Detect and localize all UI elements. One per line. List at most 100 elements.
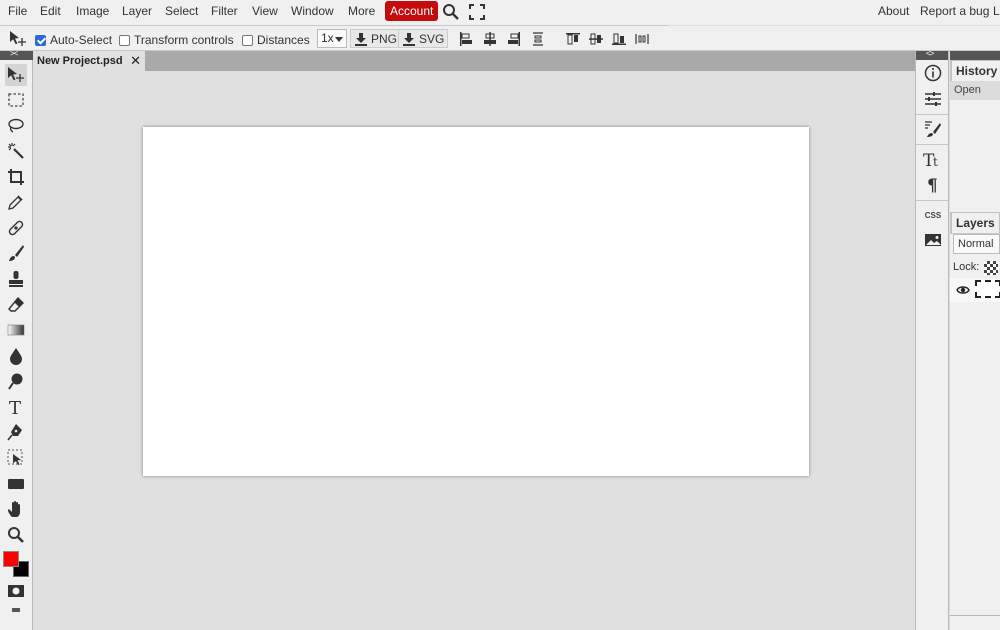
auto-select-box[interactable]	[35, 34, 46, 46]
zoom-tool[interactable]	[5, 524, 27, 546]
lasso-tool[interactable]	[5, 115, 27, 137]
path-select-tool[interactable]	[5, 447, 27, 469]
eyedropper-tool[interactable]	[5, 191, 27, 213]
menu-edit[interactable]: Edit	[40, 4, 61, 18]
eraser-icon	[8, 296, 24, 312]
menu-report-bug[interactable]: Report a bug	[920, 4, 989, 18]
tab-layers[interactable]: Layers	[951, 212, 1000, 233]
menu-window[interactable]: Window	[291, 4, 334, 18]
gradient-tool[interactable]	[5, 319, 27, 341]
account-button[interactable]: Account	[385, 1, 439, 21]
toolbox: >< T	[0, 49, 33, 630]
adjustments-icon[interactable]	[922, 88, 944, 110]
dodge-tool[interactable]	[5, 370, 27, 392]
css-label: CSS	[924, 210, 942, 220]
svg-text:t: t	[933, 155, 938, 168]
menu-about[interactable]: About	[878, 4, 909, 18]
menu-filter[interactable]: Filter	[211, 4, 238, 18]
brush-tool[interactable]	[5, 242, 27, 264]
export-svg-button[interactable]: SVG	[398, 29, 449, 48]
paragraph-icon[interactable]: ¶	[922, 173, 944, 195]
move-tool-icon	[8, 30, 28, 48]
menu-language[interactable]: L	[993, 4, 1000, 18]
text-icon: T	[9, 398, 21, 416]
info-icon[interactable]	[922, 62, 944, 84]
options-bar: Auto-Select Transform controls Distances…	[0, 26, 1000, 51]
stamp-icon	[9, 271, 23, 287]
blend-mode-select[interactable]: Normal	[953, 234, 1000, 254]
close-icon[interactable]: ✕	[130, 51, 141, 71]
distances-checkbox[interactable]: Distances	[242, 33, 310, 47]
character-icon[interactable]: Tt	[922, 148, 944, 170]
distances-box[interactable]	[242, 34, 253, 46]
magic-wand-tool[interactable]	[5, 140, 27, 162]
export-scale-value: 1x	[321, 31, 334, 45]
menu-image[interactable]: Image	[76, 4, 109, 18]
brush-icon	[9, 245, 24, 261]
lock-label: Lock:	[953, 261, 980, 273]
panels-collapse-handle[interactable]	[950, 51, 1000, 60]
menu-select[interactable]: Select	[165, 4, 198, 18]
move-tool[interactable]	[5, 64, 27, 86]
eyedropper-icon	[8, 195, 23, 210]
document-tab[interactable]: New Project.psd ✕	[33, 51, 145, 71]
transform-controls-box[interactable]	[119, 34, 130, 46]
lock-transparency-icon[interactable]	[984, 261, 998, 275]
export-png-button[interactable]: PNG	[350, 29, 402, 48]
marquee-tool[interactable]	[5, 89, 27, 111]
transform-controls-checkbox[interactable]: Transform controls	[119, 33, 234, 47]
align-left-icon[interactable]	[458, 31, 474, 47]
gradient-icon	[7, 324, 25, 336]
align-middle-v-icon[interactable]	[588, 31, 604, 47]
align-bottom-icon[interactable]	[611, 31, 627, 47]
menu-more[interactable]: More	[348, 4, 375, 18]
magic-wand-icon	[8, 143, 24, 159]
blur-tool[interactable]	[5, 345, 27, 367]
align-center-h-icon[interactable]	[482, 31, 498, 47]
brush-settings-icon[interactable]	[922, 118, 944, 140]
screen-mode-button[interactable]	[5, 599, 27, 621]
foreground-color-swatch[interactable]	[3, 551, 19, 567]
image-icon[interactable]	[922, 229, 944, 251]
chevron-down-icon	[335, 37, 343, 42]
crop-icon	[8, 169, 24, 185]
healing-brush-tool[interactable]	[5, 217, 27, 239]
clone-stamp-tool[interactable]	[5, 268, 27, 290]
shape-tool[interactable]	[5, 473, 27, 495]
menu-view[interactable]: View	[252, 4, 278, 18]
document-canvas[interactable]	[143, 127, 809, 476]
eraser-tool[interactable]	[5, 294, 27, 316]
svg-text:T: T	[9, 398, 21, 416]
layer-row[interactable]	[950, 278, 1000, 302]
zoom-icon	[8, 527, 24, 543]
export-png-label: PNG	[371, 31, 398, 46]
eye-icon[interactable]	[956, 284, 970, 296]
menu-file[interactable]: File	[8, 4, 27, 18]
toolbox-collapse-handle[interactable]: ><	[0, 49, 33, 60]
document-tab-title: New Project.psd	[37, 55, 123, 67]
strip-divider	[916, 114, 948, 115]
right-strip-collapse-handle[interactable]: <>	[916, 49, 948, 60]
search-icon[interactable]	[442, 3, 460, 21]
download-icon	[355, 32, 367, 46]
menu-layer[interactable]: Layer	[122, 4, 152, 18]
align-top-icon[interactable]	[565, 31, 581, 47]
distribute-h-icon[interactable]	[530, 31, 546, 47]
tab-history[interactable]: History	[951, 60, 1000, 81]
lasso-icon	[8, 118, 24, 133]
distribute-v-icon[interactable]	[634, 31, 650, 47]
crop-tool[interactable]	[5, 166, 27, 188]
drop-icon	[10, 348, 22, 365]
export-scale-select[interactable]: 1x	[317, 29, 347, 48]
strip-divider	[916, 144, 948, 145]
hand-tool[interactable]	[5, 498, 27, 520]
type-tool[interactable]: T	[5, 396, 27, 418]
svg-text:¶: ¶	[927, 176, 938, 193]
auto-select-checkbox[interactable]: Auto-Select	[35, 33, 112, 47]
align-right-icon[interactable]	[506, 31, 522, 47]
history-item[interactable]: Open	[950, 81, 1000, 100]
fullscreen-icon[interactable]	[468, 3, 486, 21]
css-panel-button[interactable]: CSS	[922, 204, 944, 226]
path-select-icon	[7, 449, 23, 466]
pen-tool[interactable]	[5, 421, 27, 443]
